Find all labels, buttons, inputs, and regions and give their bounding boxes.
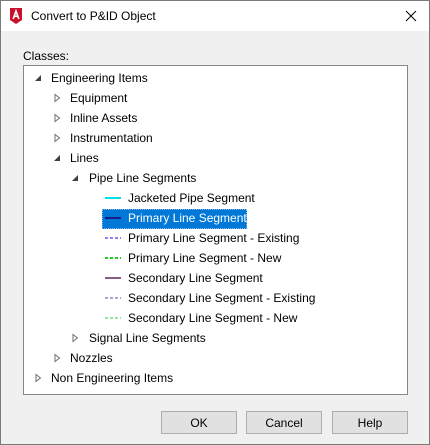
tree-item-label: Jacketed Pipe Segment [128,191,255,205]
tree-item-pipe-line-segments[interactable]: Pipe Line Segments [24,168,405,188]
dialog-title: Convert to P&ID Object [31,9,156,23]
tree-item-signal-line-segments[interactable]: Signal Line Segments [24,328,405,348]
tree-item-label: Inline Assets [70,111,138,125]
tree-item-label: Secondary Line Segment - Existing [128,291,316,305]
tree-item-label: Primary Line Segment [128,211,247,225]
tree-item-label: Nozzles [70,351,113,365]
tree-item-engineering-items[interactable]: Engineering Items [24,68,405,88]
expand-arrow-icon[interactable] [52,353,62,363]
tree-item-secondary-line-segment-existing[interactable]: Secondary Line Segment - Existing [24,288,405,308]
tree-item-nozzles[interactable]: Nozzles [24,348,405,368]
tree-item-primary-line-segment-existing[interactable]: Primary Line Segment - Existing [24,228,405,248]
line-style-icon [105,257,121,259]
tree-item-label: Signal Line Segments [89,331,206,345]
tree-item-label: Pipe Line Segments [89,171,197,185]
tree-item-inline-assets[interactable]: Inline Assets [24,108,405,128]
line-style-icon [105,297,121,299]
tree-item-primary-line-segment-new[interactable]: Primary Line Segment - New [24,248,405,268]
tree-item-instrumentation[interactable]: Instrumentation [24,128,405,148]
tree-item-jacketed-pipe-segment[interactable]: Jacketed Pipe Segment [24,188,405,208]
classes-label: Classes: [23,49,70,63]
convert-dialog: Convert to P&ID Object Classes: Engineer… [0,0,430,445]
tree-item-label: Lines [70,151,99,165]
ok-button[interactable]: OK [161,411,237,434]
tree-item-label: Secondary Line Segment - New [128,311,298,325]
title-bar: Convert to P&ID Object [1,1,429,31]
tree-item-label: Engineering Items [51,71,148,85]
expand-arrow-icon[interactable] [33,373,43,383]
collapse-arrow-icon[interactable] [33,73,43,83]
collapse-arrow-icon[interactable] [70,173,80,183]
tree-item-secondary-line-segment-new[interactable]: Secondary Line Segment - New [24,308,405,328]
tree-item-label: Secondary Line Segment [128,271,263,285]
line-style-icon [105,277,121,279]
line-style-icon [105,197,121,199]
tree-item-non-engineering-items[interactable]: Non Engineering Items [24,368,405,388]
tree-item-secondary-line-segment[interactable]: Secondary Line Segment [24,268,405,288]
close-button[interactable] [393,1,429,31]
autocad-icon [8,7,24,25]
expand-arrow-icon[interactable] [52,133,62,143]
line-style-icon [105,317,121,319]
tree-item-label: Primary Line Segment - New [128,251,282,265]
tree-item-lines[interactable]: Lines [24,148,405,168]
expand-arrow-icon[interactable] [52,113,62,123]
close-icon [405,10,417,22]
expand-arrow-icon[interactable] [52,93,62,103]
tree-item-label: Non Engineering Items [51,371,174,385]
cancel-button[interactable]: Cancel [246,411,322,434]
line-style-icon [105,237,121,239]
tree-item-label: Equipment [70,91,128,105]
expand-arrow-icon[interactable] [70,333,80,343]
tree-item-primary-line-segment[interactable]: Primary Line Segment [24,208,405,229]
tree-item-equipment[interactable]: Equipment [24,88,405,108]
collapse-arrow-icon[interactable] [52,153,62,163]
help-button[interactable]: Help [332,411,408,434]
line-style-icon [105,217,121,219]
classes-tree[interactable]: Engineering Items Equipment Inline Asset… [23,65,408,395]
tree-item-label: Instrumentation [70,131,153,145]
tree-item-label: Primary Line Segment - Existing [128,231,300,245]
